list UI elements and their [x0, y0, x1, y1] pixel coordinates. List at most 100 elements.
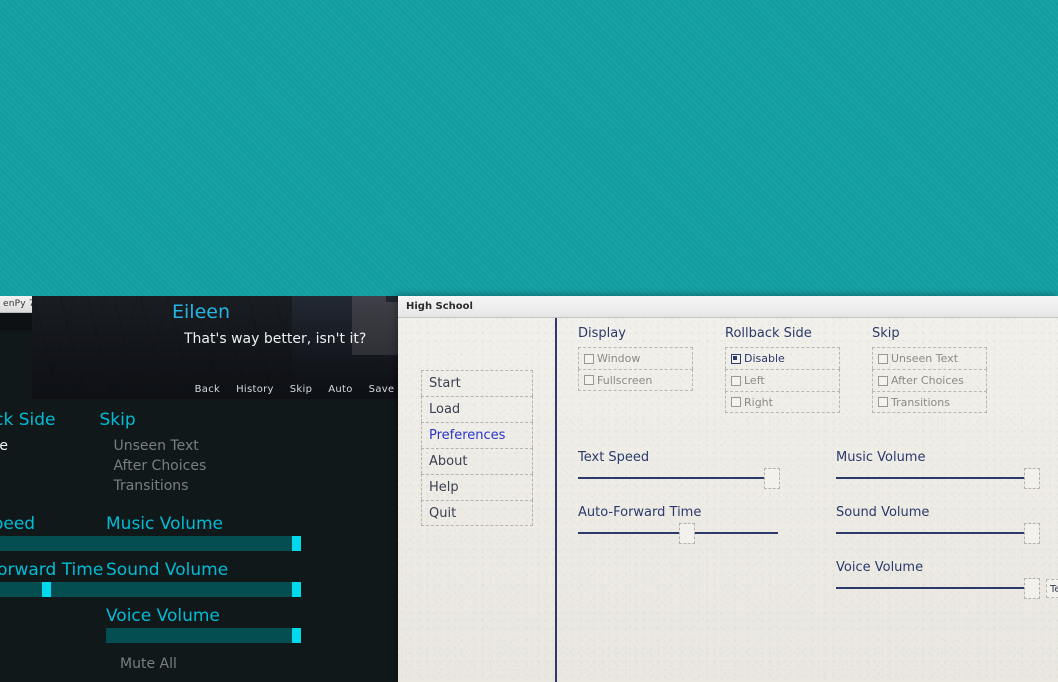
- speaker-name: Eileen: [172, 301, 230, 323]
- dark-slider-sound-volume: Sound Volume: [106, 560, 301, 597]
- checkbox-icon: [584, 375, 594, 385]
- dark-prefs-column-skip: Skip Unseen Text After Choices Transitio…: [99, 410, 206, 496]
- hs-checkbox-label: Left: [744, 374, 765, 387]
- dark-slider-music-volume: Music Volume: [106, 514, 301, 551]
- dark-option-unseen-text[interactable]: Unseen Text: [99, 436, 206, 456]
- hs-preferences-area: Display Window Fullscreen Rollback Side …: [578, 318, 1058, 682]
- hs-checkbox-left[interactable]: Left: [725, 369, 840, 391]
- nav-button-help[interactable]: Help: [421, 474, 533, 500]
- hs-heading-skip: Skip: [872, 326, 900, 341]
- hs-sliders-right: Music Volume Sound Volume Voice Volume T: [836, 450, 1058, 615]
- hs-window-title: High School: [406, 301, 473, 312]
- dark-slider-voice-volume: Voice Volume: [106, 606, 301, 643]
- hs-slider-thumb-sound-volume[interactable]: [1024, 523, 1040, 544]
- dark-prefs-column-rollback: Rollback Side Disable Left Right: [0, 410, 55, 496]
- high-school-preferences-window[interactable]: High School Start Load Preferences About…: [398, 296, 1058, 682]
- hs-checkbox-label: After Choices: [891, 374, 964, 387]
- nav-divider: [555, 318, 557, 682]
- dark-option-transitions[interactable]: Transitions: [99, 476, 206, 496]
- hs-checkbox-disable[interactable]: Disable: [725, 347, 840, 369]
- nav-button-about[interactable]: About: [421, 448, 533, 474]
- dark-slider-track-sound-volume[interactable]: [106, 582, 301, 597]
- quick-menu-save[interactable]: Save: [369, 384, 395, 395]
- voice-test-button[interactable]: Te: [1046, 579, 1058, 598]
- checkbox-icon: [878, 375, 888, 386]
- nav-button-quit[interactable]: Quit: [421, 500, 533, 526]
- checkbox-checked-icon: [731, 353, 741, 364]
- hs-window-titlebar[interactable]: High School: [398, 296, 1058, 318]
- hs-slider-thumb-text-speed[interactable]: [764, 468, 780, 489]
- hs-slider-sound-volume: Sound Volume: [836, 505, 1041, 544]
- hs-slider-thumb-voice-volume[interactable]: [1024, 578, 1040, 599]
- hs-check-columns: Display Window Fullscreen Rollback Side …: [578, 326, 987, 413]
- hs-checkbox-unseen-text[interactable]: Unseen Text: [872, 347, 987, 369]
- quick-menu-back[interactable]: Back: [195, 384, 220, 395]
- hs-column-rollback: Rollback Side Disable Left Right: [725, 326, 840, 413]
- hs-column-skip: Skip Unseen Text After Choices Transitio…: [872, 326, 987, 413]
- hs-heading-display: Display: [578, 326, 626, 341]
- hs-slider-auto-forward: Auto-Forward Time: [578, 505, 783, 544]
- checkbox-icon: [878, 397, 888, 407]
- dark-slider-thumb-music-volume[interactable]: [292, 536, 301, 551]
- checkbox-icon: [584, 353, 594, 364]
- hs-checkbox-label: Fullscreen: [597, 373, 653, 387]
- hs-checkbox-fullscreen[interactable]: Fullscreen: [578, 369, 693, 391]
- hs-checkbox-label: Window: [597, 352, 641, 365]
- hs-checkbox-after-choices[interactable]: After Choices: [872, 369, 987, 391]
- hs-column-display: Display Window Fullscreen: [578, 326, 693, 413]
- hs-slider-track-sound-volume[interactable]: [836, 523, 1040, 544]
- nav-button-preferences[interactable]: Preferences: [421, 422, 533, 448]
- hs-slider-label-sound-volume: Sound Volume: [836, 505, 930, 520]
- hs-sliders-left: Text Speed Auto-Forward Time: [578, 450, 783, 560]
- dark-slider-label-voice-volume: Voice Volume: [106, 606, 220, 626]
- dark-slider-track-music-volume[interactable]: [106, 536, 301, 551]
- hs-checkbox-label: Transitions: [891, 395, 950, 409]
- dark-slider-label-sound-volume: Sound Volume: [106, 560, 229, 580]
- dark-slider-thumb-voice-volume[interactable]: [292, 628, 301, 643]
- nav-button-load[interactable]: Load: [421, 396, 533, 422]
- dark-option-right[interactable]: Right: [0, 476, 55, 496]
- dark-option-mute-all[interactable]: Mute All: [106, 652, 301, 672]
- dark-prefs-heading-skip: Skip: [99, 410, 136, 430]
- checkbox-icon: [731, 375, 741, 386]
- nav-button-start[interactable]: Start: [421, 370, 533, 396]
- hs-slider-label-voice-volume: Voice Volume: [836, 560, 924, 575]
- hs-checkbox-label: Disable: [744, 352, 785, 365]
- hs-slider-track-music-volume[interactable]: [836, 468, 1040, 489]
- dark-slider-thumb-auto-forward[interactable]: [42, 582, 51, 597]
- hs-slider-music-volume: Music Volume: [836, 450, 1041, 489]
- dark-option-after-choices[interactable]: After Choices: [99, 456, 206, 476]
- quick-menu-auto[interactable]: Auto: [328, 384, 352, 395]
- dark-slider-thumb-sound-volume[interactable]: [292, 582, 301, 597]
- hs-checkbox-label: Unseen Text: [891, 352, 959, 365]
- hs-slider-label-music-volume: Music Volume: [836, 450, 926, 465]
- dark-slider-label-music-volume: Music Volume: [106, 514, 223, 534]
- checkbox-icon: [731, 397, 741, 407]
- hs-checkbox-label: Right: [744, 395, 773, 409]
- hs-slider-voice-volume: Voice Volume Te: [836, 560, 1058, 599]
- quick-menu-skip[interactable]: Skip: [290, 384, 312, 395]
- hs-slider-thumb-auto-forward[interactable]: [679, 523, 695, 544]
- checkbox-icon: [878, 353, 888, 364]
- hs-checkbox-right[interactable]: Right: [725, 391, 840, 413]
- dark-option-disable[interactable]: Disable: [0, 436, 55, 456]
- dark-option-left[interactable]: Left: [0, 456, 55, 476]
- hs-window-body: Start Load Preferences About Help Quit D…: [398, 318, 1058, 682]
- hs-slider-text-speed: Text Speed: [578, 450, 783, 489]
- hs-slider-thumb-music-volume[interactable]: [1024, 468, 1040, 489]
- hs-heading-rollback: Rollback Side: [725, 326, 812, 341]
- hs-slider-track-voice-volume[interactable]: Te: [836, 578, 1058, 599]
- hs-checkbox-transitions[interactable]: Transitions: [872, 391, 987, 413]
- dark-slider-track-voice-volume[interactable]: [106, 628, 301, 643]
- hs-slider-label-text-speed: Text Speed: [578, 450, 650, 465]
- navigation-menu: Start Load Preferences About Help Quit: [421, 370, 533, 526]
- dark-prefs-heading-rollback: Rollback Side: [0, 410, 56, 430]
- hs-slider-track-auto-forward[interactable]: [578, 523, 778, 544]
- dialogue-text: That's way better, isn't it?: [184, 331, 367, 347]
- hs-checkbox-window[interactable]: Window: [578, 347, 693, 369]
- hs-slider-track-text-speed[interactable]: [578, 468, 780, 489]
- quick-menu-history[interactable]: History: [236, 384, 274, 395]
- dark-sliders-right: Music Volume Sound Volume Voice Volume M…: [106, 514, 301, 672]
- hs-slider-label-auto-forward: Auto-Forward Time: [578, 505, 702, 520]
- dark-prefs-check-columns: Rollback Side Disable Left Right Skip Un…: [0, 410, 398, 496]
